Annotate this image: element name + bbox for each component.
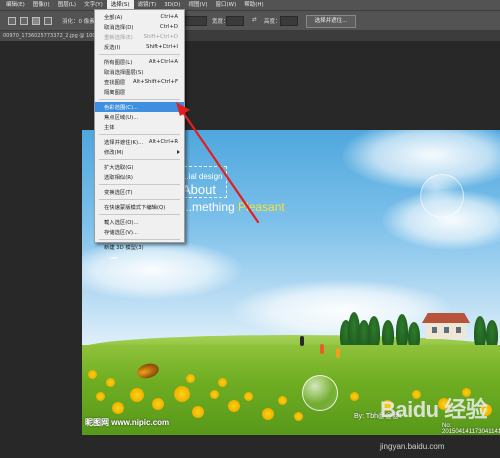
select-menu-item[interactable]: 取消选择(D) Ctrl+D xyxy=(95,22,184,32)
menu-item[interactable]: 帮助(H) xyxy=(240,0,267,10)
document-tab-strip: 00970_1736025773372_2.jpg @ 100% xyxy=(0,31,500,41)
select-menu-item[interactable]: 全部(A) Ctrl+A xyxy=(95,12,184,22)
menu-item[interactable]: 窗口(W) xyxy=(212,0,241,10)
menu-item-shortcut: Shift+Ctrl+I xyxy=(146,44,178,50)
menu-separator xyxy=(99,239,180,240)
nipic-watermark: 昵图网 www.nipic.com xyxy=(85,418,170,427)
person xyxy=(300,336,304,346)
menu-item-label: 主体 xyxy=(104,125,115,131)
menu-item-label: 取消选择图层(S) xyxy=(104,70,144,76)
menu-separator xyxy=(99,159,180,160)
menu-item-shortcut: Ctrl+A xyxy=(160,14,179,20)
menu-item-label: 载入选区(O)... xyxy=(104,220,139,226)
menu-item[interactable]: 视图(V) xyxy=(184,0,211,10)
menu-item-label: 色彩范围(C)... xyxy=(104,105,139,111)
select-menu-item[interactable]: 取消选择图层(S) xyxy=(95,67,184,77)
bubble xyxy=(420,174,464,218)
new-selection-icon[interactable] xyxy=(8,17,16,25)
menu-item-label: 变换选区(T) xyxy=(104,190,133,196)
select-menu-item[interactable]: 查找图层 Alt+Shift+Ctrl+F xyxy=(95,77,184,87)
select-menu-item[interactable]: 变换选区(T) xyxy=(95,187,184,197)
bird xyxy=(134,265,142,269)
bubble xyxy=(302,375,338,411)
select-and-mask-button[interactable]: 选择并遮住... xyxy=(306,15,356,28)
select-menu-item[interactable]: 存储选区(V)... xyxy=(95,227,184,237)
menu-separator xyxy=(99,214,180,215)
select-menu-item[interactable]: 在快速蒙版模式下编辑(Q) xyxy=(95,202,184,212)
menu-item-label: 取消选择(D) xyxy=(104,25,134,31)
select-menu-item[interactable]: 主体 xyxy=(95,122,184,132)
menu-item-label: 存储选区(V)... xyxy=(104,230,138,236)
canvas-text-line3: ...mething Pleasant xyxy=(182,200,285,214)
canvas-text-line1: ...ial design xyxy=(182,172,223,181)
select-menu-item[interactable]: 扩大选取(G) xyxy=(95,162,184,172)
menu-bar: 编辑(E) 图像(I) 图层(L) 文字(Y) 选择(S) 滤镜(T) 3D(D) 视图(V)… xyxy=(0,0,500,10)
select-menu-item[interactable]: 焦点区域(U)... xyxy=(95,112,184,122)
menu-item-label: 反选(I) xyxy=(104,45,121,51)
select-menu-item[interactable]: 反选(I) Shift+Ctrl+I xyxy=(95,42,184,52)
options-bar: 羽化：0 像素 宽度： ⇄ 高度： 选择并遮住... xyxy=(0,10,500,31)
menu-item-shortcut: Shift+Ctrl+D xyxy=(143,34,178,40)
menu-item-label: 在快速蒙版模式下编辑(Q) xyxy=(104,205,166,211)
subtract-selection-icon[interactable] xyxy=(32,17,40,25)
select-menu-item[interactable]: 载入选区(O)... xyxy=(95,217,184,227)
document-tab[interactable]: 00970_1736025773372_2.jpg @ 100% xyxy=(0,31,95,41)
select-menu-item[interactable]: 所有图层(L) Alt+Ctrl+A xyxy=(95,57,184,67)
house xyxy=(422,313,470,339)
menu-item-label: 查找图层 xyxy=(104,80,126,86)
menu-separator xyxy=(99,54,180,55)
select-menu-item[interactable]: 新建 3D 模型(3) xyxy=(95,242,184,252)
height-label: 高度： xyxy=(264,19,281,25)
menu-item[interactable]: 图层(L) xyxy=(54,0,80,10)
menu-item-label: 全部(A) xyxy=(104,15,123,21)
menu-item[interactable]: 图像(I) xyxy=(29,0,54,10)
select-menu-item[interactable]: 色彩范围(C)... xyxy=(95,102,184,112)
person xyxy=(320,344,324,354)
feather-label: 羽化：0 像素 xyxy=(62,19,95,25)
select-menu-dropdown: 全部(A) Ctrl+A 取消选择(D) Ctrl+D 重新选择(E) Shift+Ctr… xyxy=(94,9,185,251)
menu-separator xyxy=(99,99,180,100)
menu-item[interactable]: 编辑(E) xyxy=(2,0,29,10)
select-menu-item[interactable]: 隔离图层 xyxy=(95,87,184,97)
menu-separator xyxy=(99,134,180,135)
select-menu-item[interactable]: 选择并遮住(K)... Alt+Ctrl+R xyxy=(95,137,184,147)
swap-icon[interactable]: ⇄ xyxy=(252,17,257,23)
bird xyxy=(110,257,118,261)
select-menu-item[interactable]: 修改(M) xyxy=(95,147,184,157)
width-field[interactable] xyxy=(226,16,244,26)
style-select[interactable] xyxy=(185,16,207,26)
menu-item-label: 扩大选取(G) xyxy=(104,165,134,171)
menu-item-shortcut: Ctrl+D xyxy=(160,24,178,30)
menu-item-shortcut: Alt+Shift+Ctrl+F xyxy=(133,79,178,85)
person xyxy=(336,348,340,358)
menu-item-shortcut: Alt+Ctrl+A xyxy=(148,59,178,65)
height-field[interactable] xyxy=(280,16,298,26)
submenu-arrow-icon xyxy=(177,150,180,154)
menu-item-label: 选择并遮住(K)... xyxy=(104,140,144,146)
menu-separator xyxy=(99,199,180,200)
select-menu-item[interactable]: 选取相似(R) xyxy=(95,172,184,182)
menu-item-label: 新建 3D 模型(3) xyxy=(104,245,144,251)
add-selection-icon[interactable] xyxy=(20,17,28,25)
menu-item-shortcut: Alt+Ctrl+R xyxy=(148,139,178,145)
menu-item-label: 隔离图层 xyxy=(104,90,126,96)
menu-item-label: 修改(M) xyxy=(104,150,124,156)
menu-separator xyxy=(99,184,180,185)
canvas-text-line2: About xyxy=(182,182,216,197)
menu-item-label: 焦点区域(U)... xyxy=(104,115,139,121)
baidu-url: jingyan.baidu.com xyxy=(380,442,445,451)
select-menu-item: 重新选择(E) Shift+Ctrl+D xyxy=(95,32,184,42)
intersect-selection-icon[interactable] xyxy=(44,17,52,25)
baidu-logo: Baidu 经验 xyxy=(380,397,488,422)
menu-item-label: 重新选择(E) xyxy=(104,35,133,41)
id-watermark: No: 20150414117304114132 xyxy=(442,423,500,435)
menu-item-label: 所有图层(L) xyxy=(104,60,133,66)
menu-item-label: 选取相似(R) xyxy=(104,175,134,181)
